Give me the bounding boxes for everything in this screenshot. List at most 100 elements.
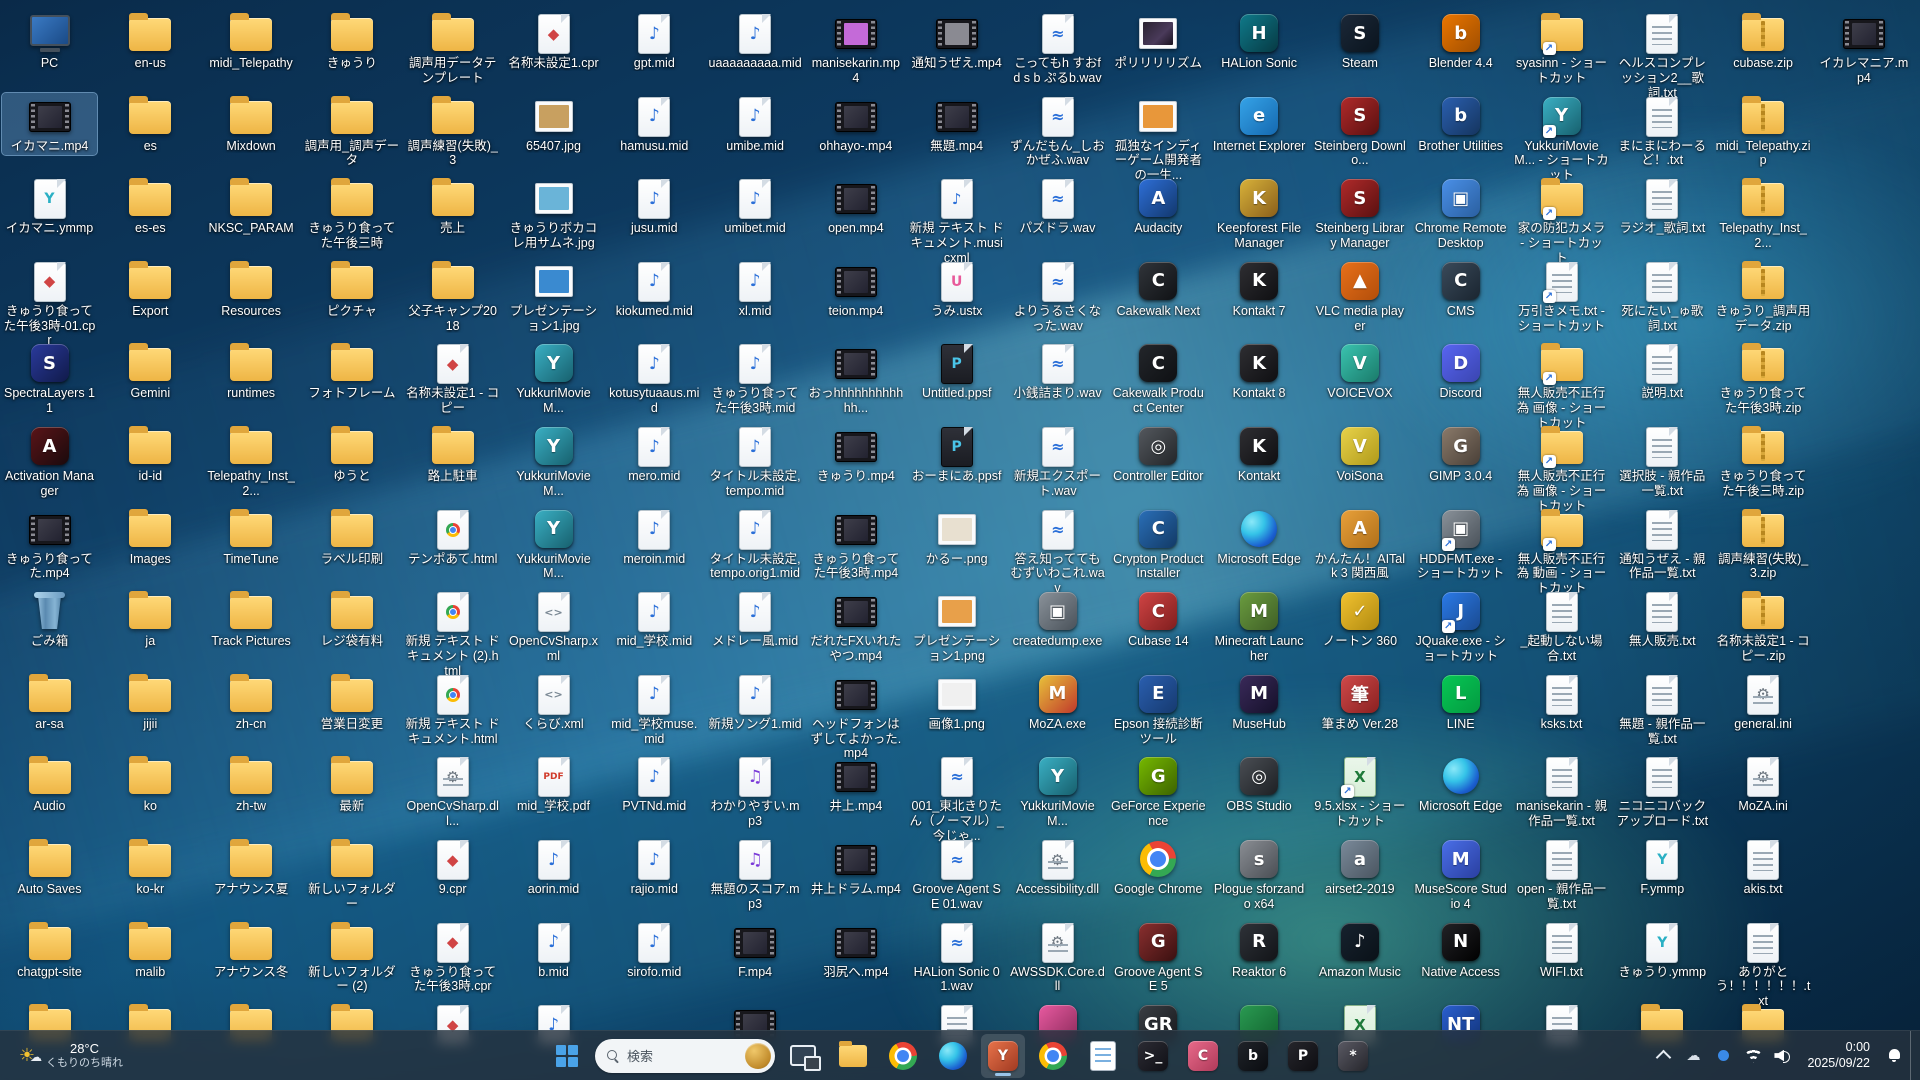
desktop-icon[interactable]: ♪meroin.mid: [607, 506, 702, 569]
desktop-icon[interactable]: ♪PVTNd.mid: [607, 753, 702, 816]
desktop-icon[interactable]: ありがとう！！！！！！.txt: [1716, 919, 1811, 1011]
clock[interactable]: 0:00 2025/09/22: [1799, 1040, 1878, 1071]
notification-button[interactable]: [1880, 1036, 1908, 1076]
desktop-icon[interactable]: イカマニ.mp4: [2, 93, 97, 156]
desktop-icon[interactable]: YYukkuriMovieM...: [506, 506, 601, 584]
desktop-icon[interactable]: bBlender 4.4: [1413, 10, 1508, 73]
taskbar-app-chrome-profile[interactable]: [1031, 1034, 1075, 1078]
desktop-icon[interactable]: 新しいフォルダー (2): [304, 919, 399, 997]
desktop-icon[interactable]: PUntitled.ppsf: [909, 340, 1004, 403]
desktop-icon[interactable]: Google Chrome: [1111, 836, 1206, 899]
desktop-icon[interactable]: ラベル印刷: [304, 506, 399, 569]
desktop-icon[interactable]: ⚙MoZA.ini: [1716, 753, 1811, 816]
taskbar-app-chrome[interactable]: [881, 1034, 925, 1078]
desktop-icon[interactable]: GGeForce Experience: [1111, 753, 1206, 831]
desktop-icon[interactable]: CCakewalk Product Center: [1111, 340, 1206, 418]
desktop-icon[interactable]: Export: [103, 258, 198, 321]
desktop-icon[interactable]: open.mp4: [808, 175, 903, 238]
desktop-icon[interactable]: ≈001_東北きりたん（ノーマル）_今じゃ...: [909, 753, 1004, 845]
desktop-icon[interactable]: 井上ドラム.mp4: [808, 836, 903, 899]
desktop-icon[interactable]: 調声用_調声データ: [304, 93, 399, 171]
desktop-icon[interactable]: MMinecraft Launcher: [1212, 588, 1307, 666]
desktop-icon[interactable]: ニコニコバックアップロード.txt: [1615, 753, 1710, 831]
desktop-icon[interactable]: 無題 - 親作品一覧.txt: [1615, 671, 1710, 749]
desktop-icon[interactable]: きゅうり食ってた午後三時: [304, 175, 399, 253]
tray-overflow-button[interactable]: [1649, 1036, 1677, 1076]
desktop-icon[interactable]: ♪sirofo.mid: [607, 919, 702, 982]
desktop-icon[interactable]: KKontakt: [1212, 423, 1307, 486]
desktop-icon[interactable]: ポリリリリズム: [1111, 10, 1206, 73]
desktop-icon[interactable]: Auto Saves: [2, 836, 97, 899]
desktop-icon[interactable]: midi_Telepathy: [204, 10, 299, 73]
desktop-icon[interactable]: Yきゅうり.ymmp: [1615, 919, 1710, 982]
desktop-icon[interactable]: ♪jusu.mid: [607, 175, 702, 238]
desktop-icon[interactable]: ↗無人販売不正行為 画像 - ショートカット: [1514, 340, 1609, 432]
desktop-icon[interactable]: Yイカマニ.ymmp: [2, 175, 97, 238]
desktop-icon[interactable]: ♪uaaaaaaaaa.mid: [708, 10, 803, 73]
desktop-icon[interactable]: Uうみ.ustx: [909, 258, 1004, 321]
desktop-icon[interactable]: GGIMP 3.0.4: [1413, 423, 1508, 486]
desktop-icon[interactable]: id-id: [103, 423, 198, 486]
desktop-icon[interactable]: ≈答え知っててもむずいわこれ.wav: [1010, 506, 1105, 598]
tray-cloud-button[interactable]: ☁: [1679, 1036, 1707, 1076]
taskbar-app-ymm4[interactable]: Y: [981, 1034, 1025, 1078]
desktop-icon[interactable]: おっhhhhhhhhhhhh...: [808, 340, 903, 418]
desktop-icon[interactable]: malib: [103, 919, 198, 982]
desktop-icon[interactable]: ♪rajio.mid: [607, 836, 702, 899]
desktop-icon[interactable]: ◆名称未設定1.cpr: [506, 10, 601, 73]
desktop-icon[interactable]: ✓ノートン 360: [1312, 588, 1407, 651]
desktop-icon[interactable]: ▣createdump.exe: [1010, 588, 1105, 651]
desktop-icon[interactable]: VVOICEVOX: [1312, 340, 1407, 403]
desktop-icon[interactable]: ラジオ_歌詞.txt: [1615, 175, 1710, 238]
desktop-icon[interactable]: ♪Amazon Music: [1312, 919, 1407, 982]
desktop-icon[interactable]: AAudacity: [1111, 175, 1206, 238]
desktop-icon[interactable]: ksks.txt: [1514, 671, 1609, 734]
desktop-icon[interactable]: 死にたい_ゅ歌詞.txt: [1615, 258, 1710, 336]
desktop-icon[interactable]: 最新: [304, 753, 399, 816]
desktop-icon[interactable]: KKontakt 7: [1212, 258, 1307, 321]
desktop-icon[interactable]: ◆きゅうり食ってた午後3時.cpr: [405, 919, 500, 997]
taskbar-app-edge[interactable]: [931, 1034, 975, 1078]
desktop-icon[interactable]: まにまにわーるど！.txt: [1615, 93, 1710, 171]
desktop-icon[interactable]: GGroove Agent SE 5: [1111, 919, 1206, 997]
desktop-icon[interactable]: jijii: [103, 671, 198, 734]
desktop-icon[interactable]: ♪新規 テキスト ドキュメント.musicxml: [909, 175, 1004, 267]
desktop-icon[interactable]: F.mp4: [708, 919, 803, 982]
desktop-icon[interactable]: 調声練習(失敗)_3.zip: [1716, 506, 1811, 584]
desktop-icon[interactable]: ♪メドレー風.mid: [708, 588, 803, 651]
desktop-icon[interactable]: Y↗YukkuriMovieM... - ショートカット: [1514, 93, 1609, 185]
desktop-icon[interactable]: EEpson 接続診断ツール: [1111, 671, 1206, 749]
desktop-icon[interactable]: きゅうりボカコレ用サムネ.jpg: [506, 175, 601, 253]
desktop-icon[interactable]: ≈Groove Agent SE 01.wav: [909, 836, 1004, 914]
desktop-icon[interactable]: zh-cn: [204, 671, 299, 734]
network-button[interactable]: [1739, 1036, 1767, 1076]
taskbar-app-p-app[interactable]: P: [1281, 1034, 1325, 1078]
desktop-icon[interactable]: MMuseHub: [1212, 671, 1307, 734]
desktop-icon[interactable]: ♪hamusu.mid: [607, 93, 702, 156]
taskbar-app-chatgpt[interactable]: *: [1331, 1034, 1375, 1078]
desktop-icon[interactable]: ♪xl.mid: [708, 258, 803, 321]
desktop-icon[interactable]: Mixdown: [204, 93, 299, 156]
desktop-icon[interactable]: ♪kiokumed.mid: [607, 258, 702, 321]
desktop-icon[interactable]: Track Pictures: [204, 588, 299, 651]
desktop-icon[interactable]: ピクチャ: [304, 258, 399, 321]
desktop-icon[interactable]: 調声用データテンプレート: [405, 10, 500, 88]
desktop-icon[interactable]: TimeTune: [204, 506, 299, 569]
desktop-icon[interactable]: ko-kr: [103, 836, 198, 899]
desktop-icon[interactable]: テンポあて.html: [405, 506, 500, 569]
desktop-icon[interactable]: KKeepforest File Manager: [1212, 175, 1307, 253]
desktop-icon[interactable]: ⚙AWSSDK.Core.dll: [1010, 919, 1105, 997]
tray-indicator-button[interactable]: [1709, 1036, 1737, 1076]
desktop-icon[interactable]: 井上.mp4: [808, 753, 903, 816]
desktop-icon[interactable]: PDFmid_学校.pdf: [506, 753, 601, 816]
desktop-icon[interactable]: NKSC_PARAM: [204, 175, 299, 238]
desktop-icon[interactable]: ♪gpt.mid: [607, 10, 702, 73]
desktop-icon[interactable]: aairset2-2019: [1312, 836, 1407, 899]
desktop-icon[interactable]: RReaktor 6: [1212, 919, 1307, 982]
taskbar-app-b-app[interactable]: b: [1231, 1034, 1275, 1078]
desktop-icon[interactable]: イカレマニア.mp4: [1816, 10, 1911, 88]
desktop-icon[interactable]: ♪mero.mid: [607, 423, 702, 486]
desktop-icon[interactable]: YYukkuriMovieM...: [1010, 753, 1105, 831]
desktop-icon[interactable]: かるー.png: [909, 506, 1004, 569]
desktop-icon[interactable]: HHALion Sonic: [1212, 10, 1307, 73]
